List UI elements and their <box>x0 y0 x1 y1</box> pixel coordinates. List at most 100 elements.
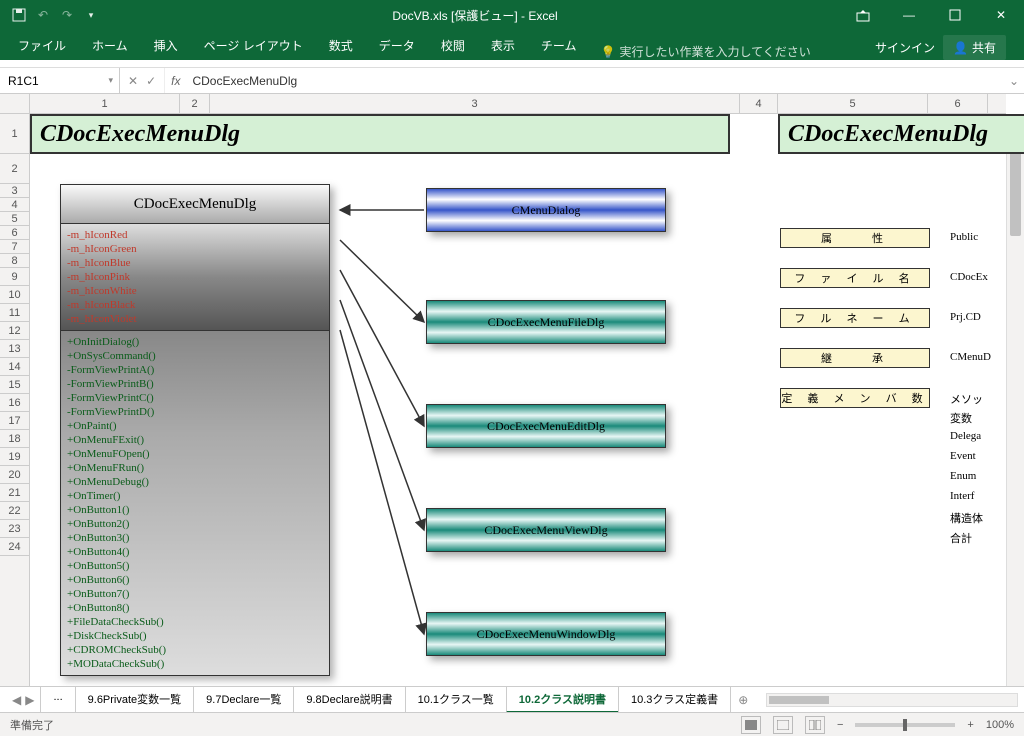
row-header[interactable]: 16 <box>0 394 29 412</box>
row-header[interactable]: 5 <box>0 212 29 226</box>
row-header[interactable]: 10 <box>0 286 29 304</box>
share-button[interactable]: 👤 共有 <box>943 35 1006 60</box>
tab-nav-prev-icon[interactable]: ◀ <box>12 693 21 707</box>
row-header[interactable]: 11 <box>0 304 29 322</box>
bulb-icon: 💡 <box>600 45 615 59</box>
close-button[interactable]: ✕ <box>978 0 1024 30</box>
row-header[interactable]: 20 <box>0 466 29 484</box>
property-value: Enum <box>950 470 976 482</box>
maximize-button[interactable] <box>932 0 978 30</box>
tab-file[interactable]: ファイル <box>6 31 78 60</box>
cells[interactable]: CDocExecMenuDlg CDocExecMenuDlg CDocExec… <box>30 114 1006 686</box>
row-header[interactable]: 8 <box>0 254 29 268</box>
sheet-tab[interactable]: ... <box>40 686 75 713</box>
row-header[interactable]: 18 <box>0 430 29 448</box>
horizontal-scrollbar[interactable] <box>766 693 1018 707</box>
property-value: 構造体 <box>950 510 983 526</box>
sheet-tab[interactable]: 9.8Declare説明書 <box>293 686 405 713</box>
sheet-tab[interactable]: 9.7Declare一覧 <box>193 686 294 713</box>
redo-icon[interactable]: ↷ <box>58 6 76 24</box>
tab-layout[interactable]: ページ レイアウト <box>192 31 315 60</box>
row-header[interactable]: 1 <box>0 114 29 154</box>
col-header[interactable]: 1 <box>30 94 180 113</box>
statusbar: 準備完了 − + 100% <box>0 712 1024 736</box>
row-header[interactable]: 14 <box>0 358 29 376</box>
property-label: 属 性 <box>780 228 930 248</box>
signin-link[interactable]: サインイン <box>875 39 935 56</box>
select-all-corner[interactable] <box>0 94 30 114</box>
view-pagebreak-icon[interactable] <box>805 716 825 734</box>
undo-icon[interactable]: ↶ <box>34 6 52 24</box>
zoom-in-button[interactable]: + <box>967 719 973 731</box>
qat-dropdown-icon[interactable]: ▾ <box>82 6 100 24</box>
property-label: フ ァ イ ル 名 <box>780 268 930 288</box>
row-header[interactable]: 4 <box>0 198 29 212</box>
tab-data[interactable]: データ <box>367 31 427 60</box>
expand-fx-icon[interactable]: ⌄ <box>1004 68 1024 93</box>
zoom-slider[interactable] <box>855 723 955 727</box>
row-header[interactable]: 9 <box>0 268 29 286</box>
name-box-value: R1C1 <box>8 74 39 88</box>
row-header[interactable]: 2 <box>0 154 29 184</box>
row-header[interactable]: 22 <box>0 502 29 520</box>
row-header[interactable]: 24 <box>0 538 29 556</box>
hscroll-thumb[interactable] <box>769 696 829 704</box>
window-title: DocVB.xls [保護ビュー] - Excel <box>110 7 840 24</box>
row-header[interactable]: 19 <box>0 448 29 466</box>
zoom-thumb[interactable] <box>903 719 907 731</box>
row-header[interactable]: 23 <box>0 520 29 538</box>
property-value: Prj.CD <box>950 311 981 323</box>
column-headers[interactable]: 123456 <box>30 94 1006 114</box>
tab-team[interactable]: チーム <box>529 31 589 60</box>
sheet-tab-bar: ◀ ▶ ...9.6Private変数一覧9.7Declare一覧9.8Decl… <box>0 686 1024 712</box>
row-headers[interactable]: 123456789101112131415161718192021222324 <box>0 114 30 686</box>
enter-fx-icon[interactable]: ✓ <box>146 74 156 88</box>
property-value: Public <box>950 231 978 243</box>
formula-value: CDocExecMenuDlg <box>192 74 297 88</box>
share-icon: 👤 <box>953 41 968 55</box>
formula-bar: R1C1 ✕ ✓ fx CDocExecMenuDlg ⌄ <box>0 68 1024 94</box>
row-header[interactable]: 13 <box>0 340 29 358</box>
row-header[interactable]: 17 <box>0 412 29 430</box>
sheet-tab[interactable]: 10.1クラス一覧 <box>405 686 507 713</box>
ribbon-opts-icon[interactable] <box>840 0 886 30</box>
zoom-out-button[interactable]: − <box>837 719 843 731</box>
cancel-fx-icon[interactable]: ✕ <box>128 74 138 88</box>
sheet-tab[interactable]: 10.3クラス定義書 <box>618 686 731 713</box>
tab-insert[interactable]: 挿入 <box>142 31 190 60</box>
formula-input[interactable]: CDocExecMenuDlg <box>186 68 1004 93</box>
zoom-level[interactable]: 100% <box>986 719 1014 731</box>
col-header[interactable]: 6 <box>928 94 988 113</box>
col-header[interactable]: 2 <box>180 94 210 113</box>
tab-view[interactable]: 表示 <box>479 31 527 60</box>
fx-icon[interactable]: fx <box>165 68 186 93</box>
quick-access-toolbar: ↶ ↷ ▾ <box>0 6 110 24</box>
view-layout-icon[interactable] <box>773 716 793 734</box>
row-header[interactable]: 12 <box>0 322 29 340</box>
property-value: Event <box>950 450 976 462</box>
row-header[interactable]: 6 <box>0 226 29 240</box>
view-normal-icon[interactable] <box>741 716 761 734</box>
property-value: Delega <box>950 430 981 442</box>
tab-formula[interactable]: 数式 <box>317 31 365 60</box>
row-header[interactable]: 7 <box>0 240 29 254</box>
tab-nav-next-icon[interactable]: ▶ <box>25 693 34 707</box>
add-sheet-button[interactable]: ⊕ <box>730 689 756 711</box>
ribbon: ファイル ホーム 挿入 ページ レイアウト 数式 データ 校閲 表示 チーム 💡… <box>0 30 1024 60</box>
vertical-scrollbar[interactable] <box>1006 114 1024 686</box>
sheet-tab[interactable]: 10.2クラス説明書 <box>506 686 619 713</box>
property-value: 変数 <box>950 410 972 426</box>
col-header[interactable]: 5 <box>778 94 928 113</box>
tab-home[interactable]: ホーム <box>80 31 140 60</box>
tellme-search[interactable]: 💡 実行したい作業を入力してください <box>600 43 810 60</box>
name-box[interactable]: R1C1 <box>0 68 120 93</box>
col-header[interactable]: 4 <box>740 94 778 113</box>
row-header[interactable]: 3 <box>0 184 29 198</box>
col-header[interactable]: 3 <box>210 94 740 113</box>
row-header[interactable]: 15 <box>0 376 29 394</box>
sheet-tab[interactable]: 9.6Private変数一覧 <box>75 686 195 713</box>
row-header[interactable]: 21 <box>0 484 29 502</box>
save-icon[interactable] <box>10 6 28 24</box>
minimize-button[interactable]: — <box>886 0 932 30</box>
tab-review[interactable]: 校閲 <box>429 31 477 60</box>
